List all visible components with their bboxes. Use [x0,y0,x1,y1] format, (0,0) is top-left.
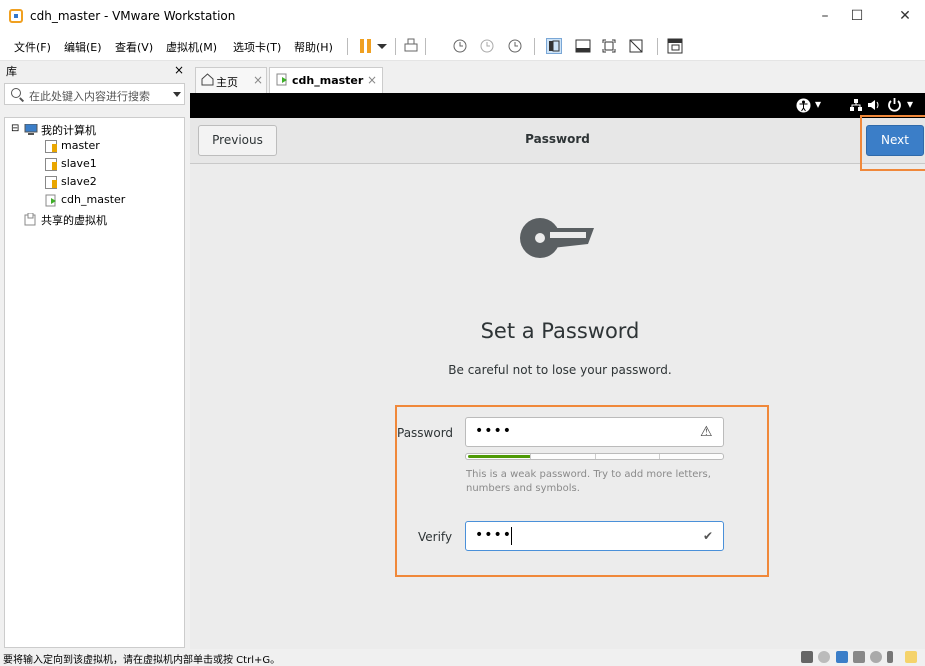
tab-home-close-icon[interactable]: × [253,73,263,87]
network-adapter-icon[interactable] [836,651,848,663]
vm-icon [45,158,57,171]
toolbar-separator [347,38,348,55]
tree-collapse-icon[interactable]: ⊟ [11,123,19,134]
revert-snapshot-icon[interactable] [479,38,495,54]
hard-disk-icon[interactable] [801,651,813,663]
guest-top-bar: ▾ ▾ [190,93,925,118]
vm-icon [45,140,57,153]
full-screen-icon[interactable] [601,38,617,54]
library-panel: 库 × 在此处键入内容进行搜索 ⊟ 我的计算机 master slave1 sl… [0,61,190,649]
computer-icon [24,123,38,135]
tree-item-my-computer[interactable]: 我的计算机 [41,122,96,138]
running-vm-icon [276,73,289,89]
header-title: Password [525,132,590,146]
status-bar: 要将输入定向到该虚拟机，请在虚拟机内部单击或按 Ctrl+G。 [0,649,925,666]
accessibility-icon[interactable] [796,98,811,116]
search-placeholder: 在此处键入内容进行搜索 [29,90,150,103]
accessibility-menu-icon[interactable]: ▾ [815,97,821,111]
console-view-icon[interactable] [667,38,683,54]
sound-card-icon[interactable] [870,651,882,663]
library-close-button[interactable]: × [174,63,184,77]
tree-item-slave2[interactable]: slave2 [61,175,97,188]
system-menu-icon[interactable]: ▾ [907,97,913,111]
menu-file[interactable]: 文件(F) [14,39,51,55]
cd-dvd-icon[interactable] [818,651,830,663]
tree-item-master[interactable]: master [61,139,100,152]
volume-icon[interactable] [867,98,881,115]
tab-cdh-master-close-icon[interactable]: × [367,73,377,87]
search-icon [11,88,21,98]
menu-help[interactable]: 帮助(H) [294,39,333,55]
search-dropdown-icon[interactable] [173,92,181,97]
thumbnail-bar-icon[interactable] [575,38,591,54]
tree-item-cdh-master[interactable]: cdh_master [61,193,125,206]
tab-cdh-master[interactable]: cdh_master × [269,67,383,93]
power-dropdown-icon[interactable] [374,38,390,54]
message-icon[interactable] [905,651,917,663]
tab-strip: 主页 × cdh_master × [190,61,925,93]
page-subheading: Be careful not to lose your password. [448,363,672,377]
toolbar-separator [534,38,535,55]
snapshot-manager-icon[interactable] [507,38,523,54]
page-heading: Set a Password [480,319,640,343]
snapshot-icon[interactable] [452,38,468,54]
library-title: 库 [6,65,17,78]
menu-tabs[interactable]: 选项卡(T) [233,39,281,55]
power-icon[interactable] [887,97,902,115]
menu-vm[interactable]: 虚拟机(M) [166,39,217,55]
tree-item-slave1[interactable]: slave1 [61,157,97,170]
title-bar: cdh_master - VMware Workstation – ☐ ✕ [0,0,925,33]
network-icon[interactable] [849,98,863,115]
tab-home[interactable]: 主页 × [195,67,267,93]
close-window-button[interactable]: ✕ [890,6,920,26]
tab-home-label: 主页 [216,76,238,89]
menu-bar: 文件(F) 编辑(E) 查看(V) 虚拟机(M) 选项卡(T) 帮助(H) [0,33,925,61]
menu-view[interactable]: 查看(V) [115,39,153,55]
toolbar-separator [425,38,426,55]
vm-tree: ⊟ 我的计算机 master slave1 slave2 cdh_master … [4,117,185,648]
minimize-button[interactable]: – [810,6,840,26]
toolbar-separator [395,38,396,55]
key-icon [516,214,596,265]
shared-vms-icon [24,212,37,226]
toolbar-separator [657,38,658,55]
menu-edit[interactable]: 编辑(E) [64,39,102,55]
status-message: 要将输入定向到该虚拟机，请在虚拟机内部单击或按 Ctrl+G。 [3,655,281,666]
next-highlight-box [860,115,925,171]
tree-item-shared-vms[interactable]: 共享的虚拟机 [41,212,107,228]
tab-cdh-master-label: cdh_master [292,74,364,87]
printer-icon[interactable] [853,651,865,663]
usb-icon[interactable] [887,651,893,663]
maximize-button[interactable]: ☐ [842,6,872,26]
setup-header-bar: Previous Password Next [190,118,925,164]
home-icon [201,73,214,89]
send-ctrl-alt-del-icon[interactable] [403,38,419,54]
unity-icon[interactable] [628,38,644,54]
vmware-app-icon [9,9,23,23]
password-highlight-box [395,405,769,577]
running-vm-icon [45,194,58,207]
library-search-input[interactable]: 在此处键入内容进行搜索 [4,83,185,105]
window-title: cdh_master - VMware Workstation [30,9,236,23]
vm-icon [45,176,57,189]
show-library-icon[interactable] [546,38,562,54]
pause-icon[interactable] [358,38,374,54]
